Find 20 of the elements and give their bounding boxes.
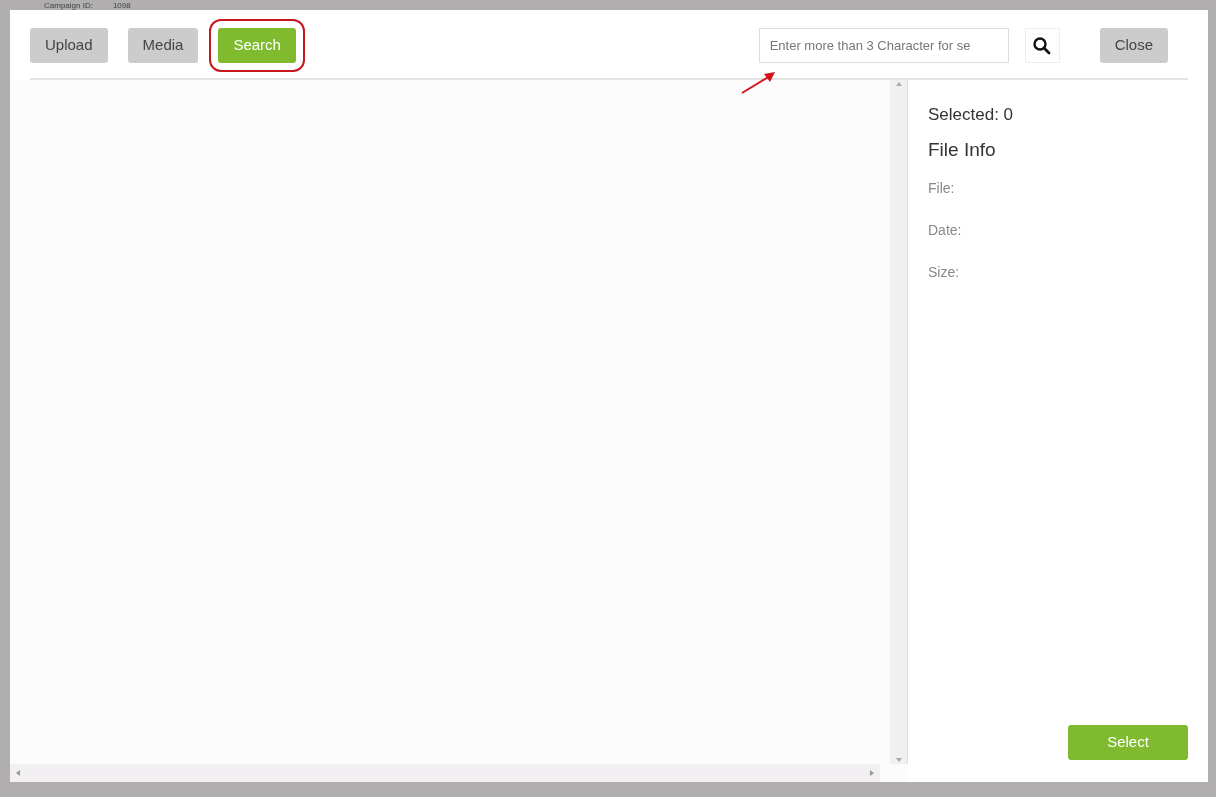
selected-count: Selected: 0: [928, 104, 1015, 126]
field-value: 1098: [112, 1, 131, 10]
scroll-left-icon[interactable]: [14, 769, 22, 777]
scroll-down-icon[interactable]: [894, 756, 903, 764]
search-field[interactable]: Enter more than 3 Character for se: [758, 28, 1009, 63]
close-button[interactable]: Close: [1099, 28, 1168, 63]
toolbar-button[interactable]: Upload: [30, 28, 108, 63]
info-label: Date:: [928, 222, 962, 238]
search-button[interactable]: [1024, 28, 1060, 63]
annotation-arrow: [740, 70, 778, 96]
scroll-right-icon[interactable]: [868, 769, 876, 777]
file-info-title: File Info: [928, 137, 997, 162]
vertical-scrollbar[interactable]: [890, 80, 908, 764]
info-label: File:: [928, 180, 955, 196]
horizontal-scrollbar[interactable]: [10, 764, 880, 782]
scroll-up-icon[interactable]: [894, 80, 903, 88]
info-label: Size:: [928, 264, 960, 280]
search-icon: [1032, 35, 1053, 56]
field-label: Campaign ID:: [44, 1, 93, 10]
toolbar-button[interactable]: Media: [127, 28, 199, 63]
